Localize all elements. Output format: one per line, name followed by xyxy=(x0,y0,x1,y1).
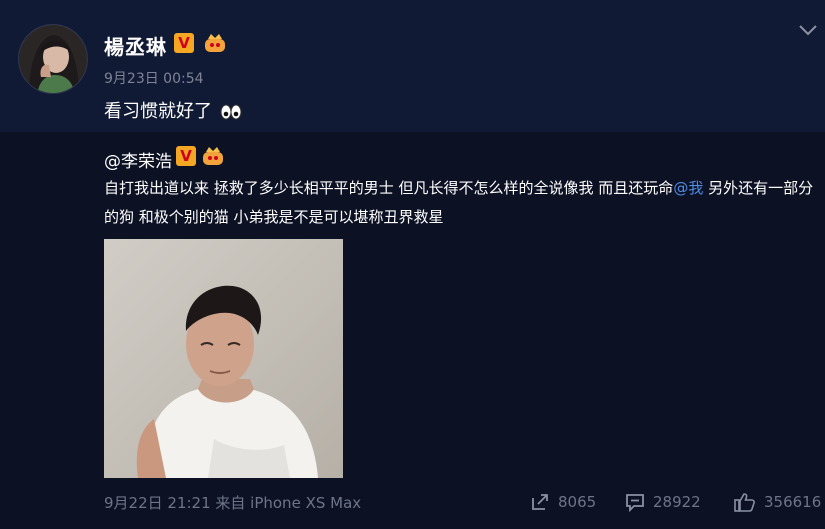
repost-crown-member-icon xyxy=(203,147,223,165)
like-count: 356616 xyxy=(764,493,822,511)
mention-link[interactable]: @我 xyxy=(673,179,703,197)
repost-count: 8065 xyxy=(558,493,597,511)
repost-meta[interactable]: 9月22日 21:21 来自 iPhone XS Max xyxy=(104,492,361,513)
post-timestamp[interactable]: 9月23日 00:54 xyxy=(104,68,204,88)
post-text-content: 看习惯就好了 xyxy=(104,101,212,122)
share-icon xyxy=(532,494,548,510)
repost-username[interactable]: @李荣浩 xyxy=(104,147,172,172)
post-text: 看习惯就好了 xyxy=(104,97,242,123)
repost-text: 自打我出道以来 拯救了多少长相平平的男士 但凡长得不怎么样的全说像我 而且还玩命… xyxy=(104,174,816,232)
chevron-down-icon[interactable] xyxy=(797,22,819,38)
eyes-emoji-icon xyxy=(220,104,242,120)
comment-count: 28922 xyxy=(653,493,701,511)
comment-action[interactable]: 28922 xyxy=(625,489,701,515)
repost-verified-v-icon: V xyxy=(176,146,196,166)
crown-member-icon xyxy=(205,34,225,52)
like-action[interactable]: 356616 xyxy=(734,489,821,515)
repost-text-before: 自打我出道以来 拯救了多少长相平平的男士 但凡长得不怎么样的全说像我 而且还玩命 xyxy=(104,179,674,197)
repost-photo[interactable] xyxy=(104,239,343,478)
thumbs-up-icon xyxy=(734,493,755,512)
repost-action[interactable]: 8065 xyxy=(530,489,596,515)
repost-username-text[interactable]: @李荣浩 xyxy=(104,152,172,172)
username[interactable]: 楊丞琳 xyxy=(104,31,167,60)
avatar[interactable] xyxy=(18,24,88,94)
comment-icon xyxy=(626,494,644,512)
verified-v-icon: V xyxy=(174,33,194,53)
